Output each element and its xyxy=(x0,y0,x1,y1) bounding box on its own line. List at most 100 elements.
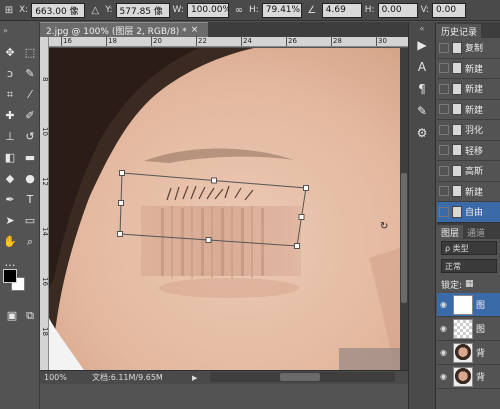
history-checkbox[interactable] xyxy=(439,124,449,135)
history-row-label: 新建 xyxy=(465,85,484,96)
history-row[interactable]: 新建 xyxy=(437,79,500,100)
history-row[interactable]: 复制 xyxy=(437,38,500,59)
history-checkbox[interactable] xyxy=(439,186,449,197)
horizontal-scroll-thumb[interactable] xyxy=(280,373,320,381)
h-skew-input[interactable]: 0.00 xyxy=(377,2,418,18)
history-state-icon xyxy=(452,185,462,198)
close-tab-icon[interactable]: × xyxy=(191,25,199,35)
marquee-tool-icon[interactable]: ⬚ xyxy=(20,42,40,63)
clone-stamp-icon[interactable]: ⊥ xyxy=(0,126,20,147)
status-menu-arrow-icon[interactable]: ▶ xyxy=(192,374,202,382)
kind-filter-select[interactable]: ρ 类型 xyxy=(441,241,497,255)
history-brush-icon[interactable]: ↺ xyxy=(20,126,40,147)
move-tool-icon[interactable]: ✥ xyxy=(0,42,20,63)
delta-icon[interactable]: △ xyxy=(88,3,102,17)
angle-input[interactable]: 4.69 xyxy=(321,2,362,18)
x-input[interactable]: 663.00 像 xyxy=(31,2,86,18)
history-list: 复制 新建 新建 新建 羽化 轻移 高斯 新建 自由 xyxy=(437,38,500,223)
gradient-tool-icon[interactable]: ▬ xyxy=(20,147,40,168)
height-input[interactable]: 79.41% xyxy=(261,2,302,18)
history-checkbox[interactable] xyxy=(439,63,449,74)
history-state-icon xyxy=(452,62,462,75)
character-panel-icon[interactable]: A xyxy=(409,56,435,78)
blend-mode-select[interactable]: 正常 xyxy=(441,259,497,273)
history-checkbox[interactable] xyxy=(439,83,449,94)
history-state-icon xyxy=(452,103,462,116)
horizontal-ruler: 161820222426283032 xyxy=(49,36,432,47)
ruler-h-tick xyxy=(196,36,197,46)
history-checkbox[interactable] xyxy=(439,42,449,53)
history-checkbox[interactable] xyxy=(439,104,449,115)
history-row[interactable]: 羽化 xyxy=(437,120,500,141)
zoom-level[interactable]: 100% xyxy=(40,373,92,382)
tab-layers[interactable]: 图层 xyxy=(437,225,464,239)
tool-presets-icon[interactable]: ⚙ xyxy=(409,122,435,144)
quick-select-icon[interactable]: ✎ xyxy=(20,63,40,84)
zoom-tool-icon[interactable]: ⌕ xyxy=(20,231,40,252)
lock-pixels-icon[interactable]: ▦ xyxy=(465,279,474,289)
hand-tool-icon[interactable]: ✋ xyxy=(0,231,20,252)
collapse-dock-icon[interactable]: « xyxy=(409,22,435,34)
v-skew-input[interactable]: 0.00 xyxy=(432,2,467,18)
eraser-tool-icon[interactable]: ◧ xyxy=(0,147,20,168)
history-row[interactable]: 新建 xyxy=(437,100,500,120)
transform-grid-icon[interactable]: ⊞ xyxy=(2,3,16,17)
tools-panel: » ✥ ↄ ⌗ ✚ ⊥ ◧ ◆ ✒ ➤ ✋ … ⬚ ✎ ⁄ ✐ ↺ ▬ ● T … xyxy=(0,22,40,409)
path-selection-icon[interactable]: ➤ xyxy=(0,210,20,231)
history-row[interactable]: 高斯 xyxy=(437,161,500,182)
ruler-h-tick xyxy=(151,36,152,46)
document-tab[interactable]: 2.jpg @ 100% (图层 2, RGB/8) * × xyxy=(40,22,208,37)
visibility-eye-icon[interactable]: ◉ xyxy=(440,300,450,309)
play-actions-icon[interactable]: ▶ xyxy=(409,34,435,56)
layer-name[interactable]: 图 xyxy=(476,298,485,311)
vertical-scroll-thumb[interactable] xyxy=(401,173,407,303)
healing-brush-icon[interactable]: ✚ xyxy=(0,105,20,126)
ruler-h-label: 28 xyxy=(333,37,342,45)
history-row[interactable]: 轻移 xyxy=(437,141,500,161)
history-checkbox[interactable] xyxy=(439,206,449,217)
eyedropper-icon[interactable]: ⁄ xyxy=(20,84,40,105)
link-icon[interactable]: ∞ xyxy=(232,3,246,17)
layer-name[interactable]: 背 xyxy=(476,370,485,383)
visibility-eye-icon[interactable]: ◉ xyxy=(440,348,450,357)
vertical-scrollbar[interactable] xyxy=(400,48,408,370)
history-state-icon xyxy=(452,82,462,95)
pen-tool-icon[interactable]: ✒ xyxy=(0,189,20,210)
tab-history[interactable]: 历史记录 xyxy=(437,24,482,38)
tab-channels[interactable]: 通道 xyxy=(463,225,490,239)
visibility-eye-icon[interactable]: ◉ xyxy=(440,324,450,333)
ruler-v-label: 12 xyxy=(41,177,49,186)
history-checkbox[interactable] xyxy=(439,165,449,176)
brush-tool-icon[interactable]: ✐ xyxy=(20,105,40,126)
history-checkbox[interactable] xyxy=(439,145,449,156)
type-tool-icon[interactable]: T xyxy=(20,189,40,210)
layer-name[interactable]: 背 xyxy=(476,346,485,359)
layer-row[interactable]: ◉ 背 xyxy=(437,341,500,365)
crop-tool-icon[interactable]: ⌗ xyxy=(0,84,20,105)
layers-panel: 图层 通道 ρ 类型 正常 锁定: ▦ ◉ 图 ◉ 图 ◉ 背 ◉ 背 xyxy=(437,222,500,409)
lasso-tool-icon[interactable]: ↄ xyxy=(0,63,20,84)
dodge-tool-icon[interactable]: ● xyxy=(20,168,40,189)
document-info: 文档:6.11M/9.65M xyxy=(92,373,163,382)
layer-row[interactable]: ◉ 背 xyxy=(437,365,500,389)
width-input[interactable]: 100.00% xyxy=(186,2,229,18)
y-input[interactable]: 577.85 像 xyxy=(115,2,170,18)
blur-tool-icon[interactable]: ◆ xyxy=(0,168,20,189)
quick-mask-icon[interactable]: ▣ xyxy=(2,305,22,326)
collapse-toolbar-icon[interactable]: » xyxy=(3,26,8,35)
document-canvas[interactable]: ↻ xyxy=(49,48,400,370)
layer-row[interactable]: ◉ 图 xyxy=(437,293,500,317)
history-row[interactable]: 自由 xyxy=(437,202,500,223)
layer-row[interactable]: ◉ 图 xyxy=(437,317,500,341)
history-row[interactable]: 新建 xyxy=(437,59,500,79)
history-state-icon xyxy=(452,144,462,157)
layer-name[interactable]: 图 xyxy=(476,322,485,335)
shape-tool-icon[interactable]: ▭ xyxy=(20,210,40,231)
foreground-color-swatch[interactable] xyxy=(3,269,17,283)
brush-panel-icon[interactable]: ✎ xyxy=(409,100,435,122)
screen-mode-icon[interactable]: ⧉ xyxy=(20,305,40,326)
paragraph-panel-icon[interactable]: ¶ xyxy=(409,78,435,100)
visibility-eye-icon[interactable]: ◉ xyxy=(440,372,450,381)
horizontal-scrollbar[interactable] xyxy=(210,372,395,382)
history-row[interactable]: 新建 xyxy=(437,182,500,202)
